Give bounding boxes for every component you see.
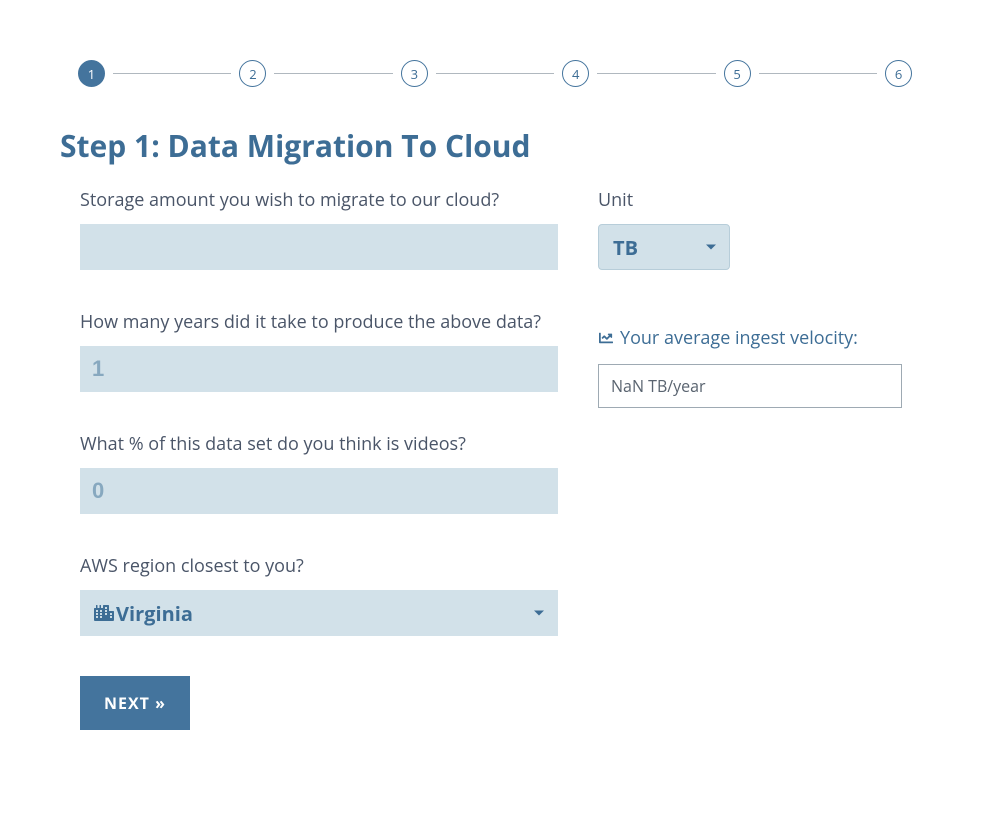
region-select[interactable]: Virginia bbox=[80, 590, 558, 636]
step-5[interactable]: 5 bbox=[724, 60, 751, 87]
unit-label: Unit bbox=[598, 188, 902, 212]
stepper: 1 2 3 4 5 6 bbox=[78, 60, 912, 87]
videos-input[interactable] bbox=[80, 468, 558, 514]
step-line bbox=[113, 73, 231, 74]
videos-label: What % of this data set do you think is … bbox=[80, 432, 558, 456]
velocity-value: NaN TB/year bbox=[598, 364, 902, 408]
step-line bbox=[274, 73, 392, 74]
region-value: Virginia bbox=[116, 600, 193, 627]
region-label: AWS region closest to you? bbox=[80, 554, 558, 578]
step-line bbox=[597, 73, 715, 74]
storage-label: Storage amount you wish to migrate to ou… bbox=[80, 188, 558, 212]
years-input[interactable] bbox=[80, 346, 558, 392]
step-line bbox=[436, 73, 554, 74]
step-1[interactable]: 1 bbox=[78, 60, 105, 87]
storage-input[interactable] bbox=[80, 224, 558, 270]
chart-line-icon bbox=[598, 331, 614, 345]
velocity-label: Your average ingest velocity: bbox=[598, 326, 902, 350]
years-label: How many years did it take to produce th… bbox=[80, 310, 558, 334]
step-3[interactable]: 3 bbox=[401, 60, 428, 87]
step-4[interactable]: 4 bbox=[562, 60, 589, 87]
unit-value: TB bbox=[613, 234, 638, 261]
next-button[interactable]: NEXT » bbox=[80, 676, 190, 730]
step-line bbox=[759, 73, 877, 74]
unit-select[interactable]: TB bbox=[598, 224, 730, 270]
step-6[interactable]: 6 bbox=[885, 60, 912, 87]
velocity-label-text: Your average ingest velocity: bbox=[620, 326, 858, 350]
page-title: Step 1: Data Migration To Cloud bbox=[60, 125, 912, 166]
city-icon bbox=[94, 604, 114, 622]
step-2[interactable]: 2 bbox=[239, 60, 266, 87]
